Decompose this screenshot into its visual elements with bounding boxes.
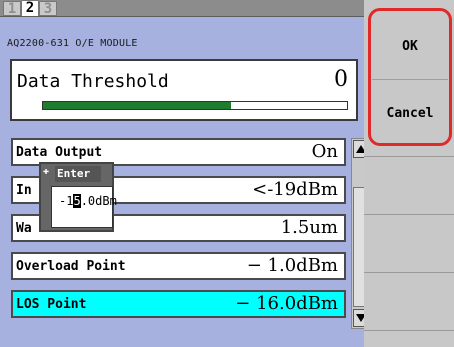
module-screen: 1 2 3 AQ2200-631 O/E MODULE Data Thresho… xyxy=(0,0,454,347)
button-divider xyxy=(372,79,448,80)
enter-cursor-digit: 5 xyxy=(73,194,81,208)
enter-value-field[interactable]: -15.0dBm xyxy=(51,186,117,228)
enter-value-prefix: -1 xyxy=(59,194,74,208)
plus-icon: ✚ xyxy=(43,166,50,177)
row-label: LOS Point xyxy=(16,297,87,312)
panel-separator xyxy=(364,330,454,331)
enter-value-text: -15.0dBm xyxy=(59,194,117,208)
threshold-label: Data Threshold xyxy=(17,71,169,92)
setting-row-los-point[interactable]: LOS Point − 16.0dBm xyxy=(11,290,346,318)
cancel-button[interactable]: Cancel xyxy=(374,88,446,138)
row-value: − 16.0dBm xyxy=(235,293,338,314)
row-value: 1.5um xyxy=(280,217,338,238)
enter-popup: ✚ Enter -15.0dBm xyxy=(39,162,117,232)
row-label: In xyxy=(16,183,32,198)
tab-bar: 1 2 3 xyxy=(0,0,364,17)
row-label: Wa xyxy=(16,221,32,236)
threshold-level-fill xyxy=(43,102,232,109)
tab-divider xyxy=(0,16,364,17)
module-title: AQ2200-631 O/E MODULE xyxy=(7,38,138,49)
cancel-label: Cancel xyxy=(386,106,434,121)
tab-1[interactable]: 1 xyxy=(3,1,21,16)
row-label: Overload Point xyxy=(16,259,126,274)
panel-separator xyxy=(364,214,454,215)
row-value: On xyxy=(311,141,338,162)
side-button-panel: OK Cancel xyxy=(364,0,454,347)
panel-separator xyxy=(364,156,454,157)
threshold-box[interactable]: Data Threshold 0 xyxy=(10,59,358,121)
row-label: Data Output xyxy=(16,145,103,160)
row-value: − 1.0dBm xyxy=(246,255,338,276)
panel-separator xyxy=(364,272,454,273)
enter-title: Enter xyxy=(57,167,91,180)
threshold-level-bar xyxy=(42,101,348,110)
row-value: <-19dBm xyxy=(252,179,338,200)
setting-row-overload-point[interactable]: Overload Point − 1.0dBm xyxy=(11,252,346,280)
ok-button[interactable]: OK xyxy=(374,21,446,71)
enter-value-suffix: .0dBm xyxy=(80,194,117,208)
tab-2[interactable]: 2 xyxy=(21,0,39,17)
threshold-value: 0 xyxy=(334,67,348,92)
ok-label: OK xyxy=(402,39,418,54)
tab-3[interactable]: 3 xyxy=(39,1,57,16)
